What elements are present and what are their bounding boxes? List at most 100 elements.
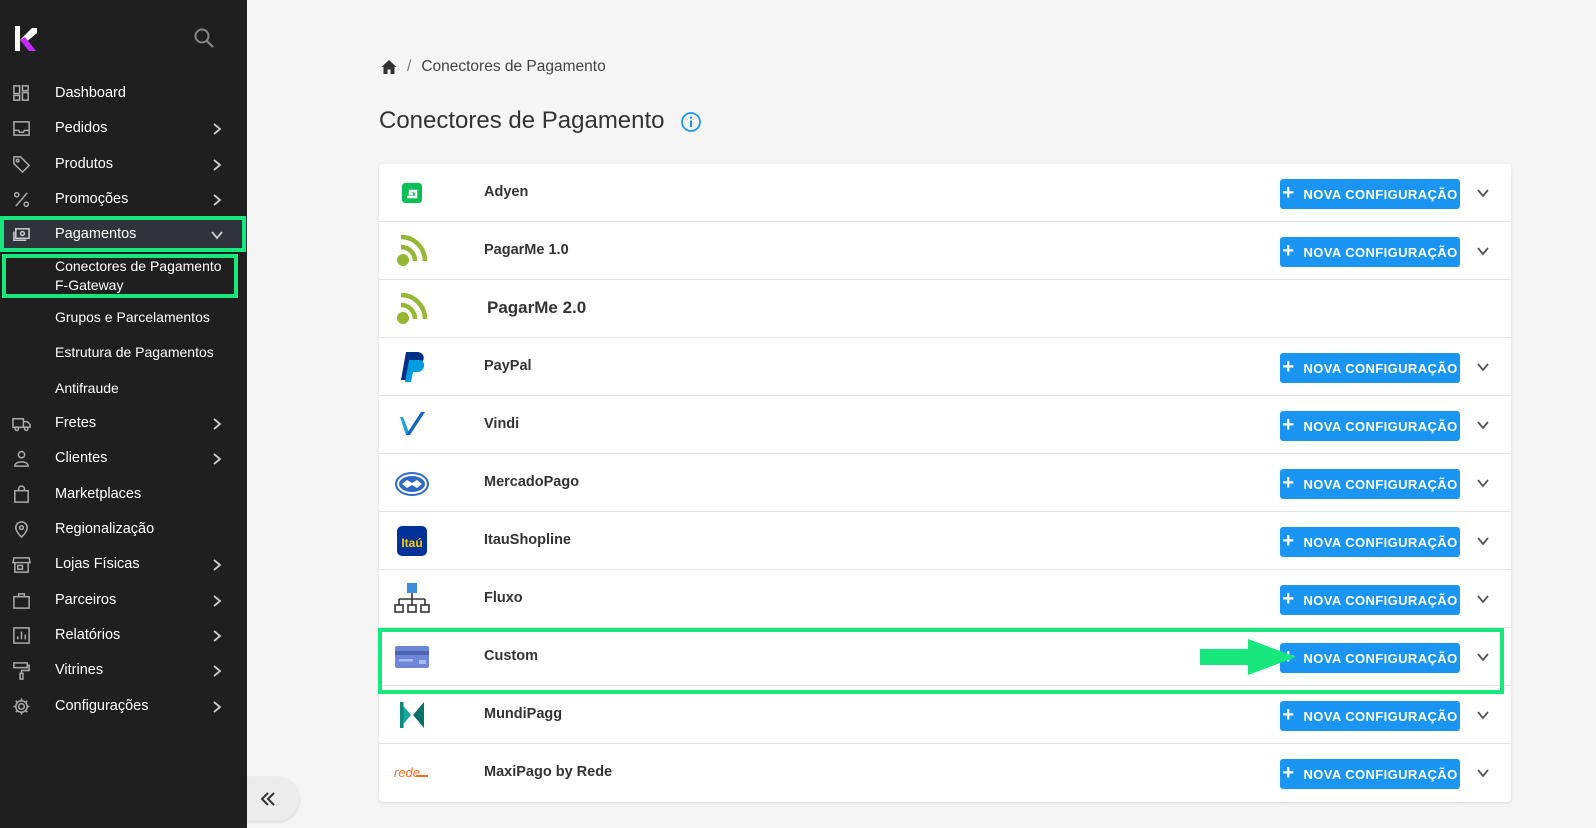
- sidebar-item-label: Marketplaces: [55, 486, 142, 502]
- chevron-right-icon: [213, 123, 222, 135]
- connector-row-pagarme-1: PagarMe 1.0 + NOVA CONFIGURAÇÃO: [379, 222, 1511, 280]
- sidebar: Dashboard Pedidos Produtos Promoções Pag…: [0, 0, 247, 828]
- chevron-down-icon[interactable]: [1476, 708, 1490, 722]
- chevron-down-icon[interactable]: [1476, 650, 1490, 664]
- sidebar-item-regionalizacao[interactable]: Regionalização: [0, 512, 247, 546]
- chevron-right-icon: [213, 665, 222, 677]
- sidebar-item-dashboard[interactable]: Dashboard: [0, 76, 247, 110]
- sidebar-item-label: Clientes: [55, 450, 108, 466]
- nova-configuracao-button[interactable]: + NOVA CONFIGURAÇÃO: [1280, 585, 1460, 615]
- chevron-right-icon: [213, 559, 222, 571]
- connector-name: MaxiPago by Rede: [484, 764, 613, 780]
- svg-text:Itaú: Itaú: [401, 536, 422, 550]
- chevron-down-icon[interactable]: [1476, 244, 1490, 258]
- connector-name: PayPal: [484, 358, 532, 374]
- button-label: NOVA CONFIGURAÇÃO: [1303, 244, 1458, 260]
- sidebar-item-label: Produtos: [55, 156, 114, 172]
- shopping-bag-icon: [14, 485, 29, 503]
- nova-configuracao-button[interactable]: + NOVA CONFIGURAÇÃO: [1280, 237, 1460, 267]
- store-icon: [12, 557, 31, 573]
- rede-logo: rede: [394, 765, 428, 780]
- inbox-icon: [13, 121, 30, 136]
- connector-name: MercadoPago: [484, 474, 580, 490]
- nova-configuracao-button[interactable]: + NOVA CONFIGURAÇÃO: [1280, 759, 1460, 789]
- chevron-right-icon: [213, 595, 222, 607]
- connector-row-mercadopago: MercadoPago + NOVA CONFIGURAÇÃO: [379, 454, 1511, 512]
- nova-configuracao-button[interactable]: + NOVA CONFIGURAÇÃO: [1280, 411, 1460, 441]
- chevron-down-icon[interactable]: [1476, 186, 1490, 200]
- sidebar-item-vitrines[interactable]: Vitrines: [0, 653, 247, 687]
- fluxo-logo: [394, 583, 430, 613]
- sidebar-item-produtos[interactable]: Produtos: [0, 147, 247, 181]
- connector-name: Custom: [484, 648, 538, 664]
- info-icon[interactable]: [680, 111, 702, 133]
- nova-configuracao-button[interactable]: + NOVA CONFIGURAÇÃO: [1280, 527, 1460, 557]
- itau-logo: Itaú: [397, 526, 427, 556]
- nova-configuracao-button[interactable]: + NOVA CONFIGURAÇÃO: [1280, 179, 1460, 209]
- chevron-down-icon[interactable]: [1476, 476, 1490, 490]
- sidebar-item-promocoes[interactable]: Promoções: [0, 182, 247, 216]
- sidebar-item-pedidos[interactable]: Pedidos: [0, 111, 247, 145]
- sidebar-item-relatorios[interactable]: Relatórios: [0, 618, 247, 652]
- nova-configuracao-button[interactable]: + NOVA CONFIGURAÇÃO: [1280, 643, 1460, 673]
- breadcrumb-current: Conectores de Pagamento: [421, 58, 606, 75]
- pagarme-logo: [397, 234, 428, 266]
- sidebar-item-label: Regionalização: [55, 521, 155, 537]
- svg-text:rede: rede: [394, 765, 420, 780]
- sidebar-item-label: Configurações: [55, 698, 149, 714]
- button-label: NOVA CONFIGURAÇÃO: [1303, 360, 1458, 376]
- chevron-down-icon[interactable]: [1476, 360, 1490, 374]
- kuantic-k-logo[interactable]: [13, 25, 37, 53]
- sidebar-item-configuracoes[interactable]: Configurações: [0, 689, 247, 723]
- submenu-label-line1: Conectores de Pagamento: [55, 258, 222, 274]
- submenu-grupos-parcelamentos[interactable]: Grupos e Parcelamentos: [55, 308, 210, 327]
- vindi-logo: [400, 412, 425, 435]
- connector-row-adyen: Adyen + NOVA CONFIGURAÇÃO: [379, 164, 1511, 222]
- sidebar-item-pagamentos[interactable]: Pagamentos: [0, 217, 247, 251]
- button-label: NOVA CONFIGURAÇÃO: [1303, 534, 1458, 550]
- sidebar-item-fretes[interactable]: Fretes: [0, 406, 247, 440]
- search-icon[interactable]: [193, 27, 215, 49]
- button-label: NOVA CONFIGURAÇÃO: [1303, 186, 1458, 202]
- connector-name: ItauShopline: [484, 532, 571, 548]
- person-icon: [14, 450, 29, 467]
- home-icon[interactable]: [381, 59, 397, 75]
- chevron-down-icon[interactable]: [1476, 766, 1490, 780]
- connector-row-pagarme-2: PagarMe 2.0: [379, 280, 1511, 338]
- chevron-down-icon[interactable]: [1476, 418, 1490, 432]
- sidebar-item-lojas-fisicas[interactable]: Lojas Físicas: [0, 547, 247, 581]
- dashboard-icon: [13, 85, 29, 101]
- submenu-estrutura-pagamentos[interactable]: Estrutura de Pagamentos: [55, 343, 214, 362]
- chevron-down-icon[interactable]: [1476, 592, 1490, 606]
- sidebar-item-clientes[interactable]: Clientes: [0, 441, 247, 475]
- nova-configuracao-button[interactable]: + NOVA CONFIGURAÇÃO: [1280, 353, 1460, 383]
- percent-icon: [13, 191, 30, 208]
- connector-name: Vindi: [484, 416, 520, 432]
- nova-configuracao-button[interactable]: + NOVA CONFIGURAÇÃO: [1280, 701, 1460, 731]
- connector-list: Adyen + NOVA CONFIGURAÇÃO PagarMe 1.0 + NO…: [379, 164, 1511, 802]
- sidebar-item-label: Lojas Físicas: [55, 556, 140, 572]
- nova-configuracao-button[interactable]: + NOVA CONFIGURAÇÃO: [1280, 469, 1460, 499]
- chevron-right-icon: [213, 630, 222, 642]
- submenu-antifraude[interactable]: Antifraude: [55, 379, 119, 398]
- connector-name: PagarMe 2.0: [487, 298, 587, 317]
- chevron-right-icon: [213, 453, 222, 465]
- connector-row-fluxo: Fluxo + NOVA CONFIGURAÇÃO: [379, 570, 1511, 628]
- connector-row-vindi: Vindi + NOVA CONFIGURAÇÃO: [379, 396, 1511, 454]
- button-label: NOVA CONFIGURAÇÃO: [1303, 476, 1458, 492]
- chevron-right-icon: [213, 701, 222, 713]
- connector-name: MundiPagg: [484, 706, 563, 722]
- sidebar-item-marketplaces[interactable]: Marketplaces: [0, 477, 247, 511]
- collapse-sidebar-button[interactable]: [247, 777, 299, 821]
- sidebar-item-label: Promoções: [55, 191, 129, 207]
- sidebar-item-label: Relatórios: [55, 627, 121, 643]
- submenu-conectores-pagamento[interactable]: Conectores de Pagamento F-Gateway: [55, 257, 222, 295]
- chevron-down-icon[interactable]: [1476, 534, 1490, 548]
- sidebar-item-label: Pedidos: [55, 120, 108, 136]
- sidebar-item-label: Parceiros: [55, 592, 117, 608]
- connector-name: PagarMe 1.0: [484, 242, 569, 258]
- sidebar-item-parceiros[interactable]: Parceiros: [0, 583, 247, 617]
- payments-icon: [13, 228, 30, 241]
- connector-row-itaushopline: Itaú ItauShopline + NOVA CONFIGURAÇÃO: [379, 512, 1511, 570]
- button-label: NOVA CONFIGURAÇÃO: [1303, 708, 1458, 724]
